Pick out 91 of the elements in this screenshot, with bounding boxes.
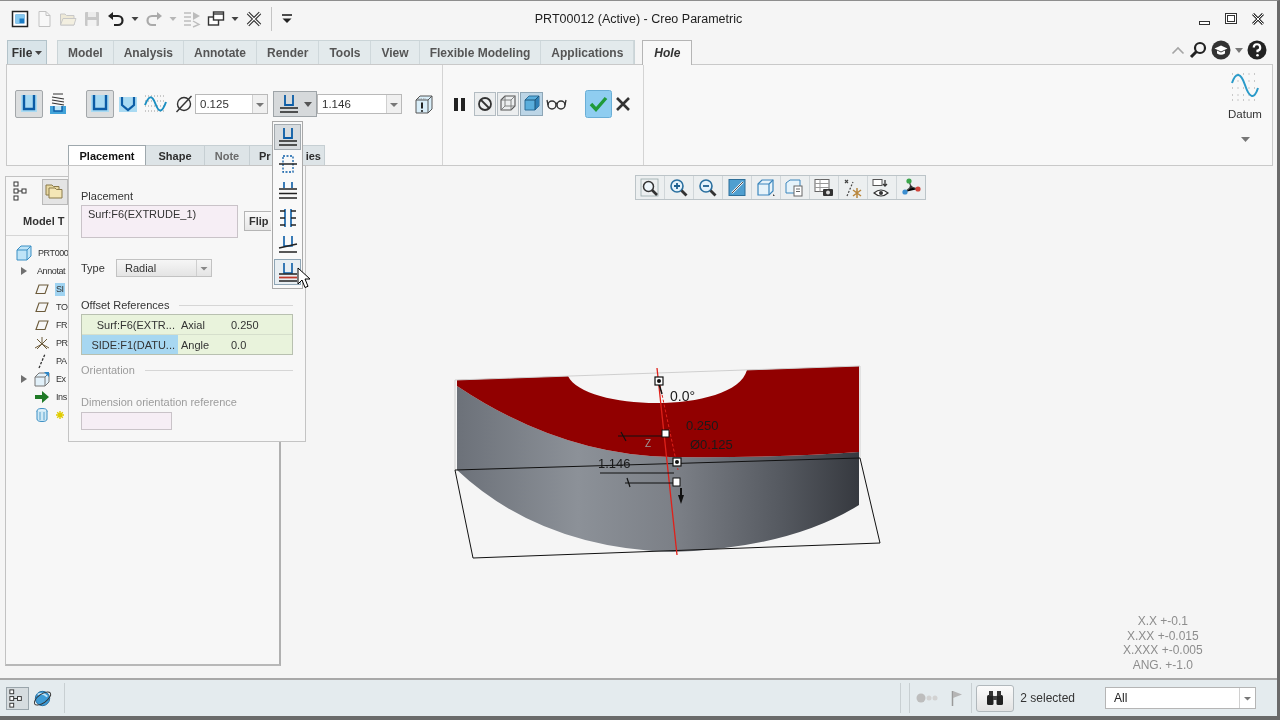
caret-icon[interactable] (1235, 47, 1243, 53)
expand-arrow-icon[interactable] (21, 267, 27, 275)
binoculars-icon (986, 690, 1005, 706)
window-title: PRT00012 (Active) - Creo Parametric (534, 11, 743, 26)
diameter-icon (174, 94, 194, 114)
plane-icon (34, 299, 50, 315)
model-tree-icon[interactable] (6, 686, 29, 710)
help-icon[interactable] (1247, 40, 1267, 60)
field-label: Type (81, 261, 106, 275)
tree-item[interactable]: Ins (55, 390, 68, 404)
diameter-field[interactable]: 0.125 (195, 94, 268, 114)
type-dropdown[interactable]: Radial (116, 259, 212, 277)
undo-icon[interactable] (107, 9, 125, 28)
windows-icon[interactable] (207, 9, 225, 28)
dimension-text: 0.250 (686, 418, 719, 433)
expand-arrow-icon[interactable] (21, 375, 27, 383)
panel-tab[interactable]: Shape (146, 145, 205, 165)
direction-arrow (678, 487, 684, 504)
coordinate-axes-icon (34, 335, 50, 351)
dimension-line (624, 477, 675, 488)
u-profile-icon[interactable] (15, 90, 43, 118)
close-icon[interactable] (1252, 12, 1264, 25)
panel-tab[interactable]: Placement (68, 145, 146, 165)
orientation-reference-field[interactable] (81, 412, 172, 430)
depth-menu-item[interactable] (274, 124, 301, 150)
flip-button[interactable]: Flip (244, 211, 271, 231)
dimension-text: 0.0° (670, 388, 696, 404)
asterisk-icon (56, 411, 64, 419)
table-cell[interactable]: Axial (178, 315, 228, 334)
tree-item[interactable]: Annotat (36, 264, 67, 278)
arrow-icon (34, 389, 50, 405)
value-cell[interactable]: 0.250 (228, 315, 286, 334)
search-icon[interactable] (1189, 41, 1207, 59)
selection-filter-dropdown[interactable]: All (1105, 687, 1256, 709)
tree-item[interactable]: PR (55, 336, 69, 350)
hole-above-lines-icon (277, 92, 301, 116)
drag-handle[interactable] (672, 477, 681, 487)
maximize-icon[interactable] (1225, 13, 1237, 24)
minimize-icon[interactable] (1199, 20, 1210, 25)
shaded-cube-icon[interactable] (520, 90, 543, 118)
caret-icon (35, 50, 43, 55)
ribbon-tab[interactable]: Hole (642, 40, 693, 65)
app-logo-icon[interactable] (11, 9, 29, 28)
cancel-x-icon[interactable] (615, 96, 631, 112)
tree-item[interactable]: FR (55, 318, 69, 332)
reference-cell[interactable]: Surf:F6(EXTR... (82, 315, 178, 334)
section-heading: Offset References (81, 299, 170, 312)
extrude-cube-icon (34, 371, 50, 387)
value-cell[interactable]: 0.0 (228, 335, 286, 354)
drag-handle[interactable] (672, 457, 682, 467)
depth-option-button[interactable] (273, 91, 317, 117)
close-window-icon[interactable] (245, 9, 263, 28)
info-cube-icon[interactable] (412, 92, 436, 116)
tolerance-text: ANG. +-1.0 (1132, 657, 1194, 672)
graduation-cap-icon[interactable] (1211, 40, 1231, 60)
table-cell[interactable]: Angle (178, 335, 228, 354)
tolerance-text: X.XXX +-0.005 (1123, 643, 1203, 658)
field-label: Placement (81, 190, 133, 203)
field-label: Dimension orientation reference (81, 396, 237, 409)
dimension-text: Z (645, 438, 652, 449)
drag-handle[interactable] (654, 376, 664, 386)
flat-bottom-icon[interactable] (86, 90, 114, 118)
tree-item[interactable]: PRT000 (37, 246, 70, 260)
sine-curve-icon[interactable] (1230, 72, 1260, 102)
caret-icon (304, 101, 312, 107)
cube-icon (16, 245, 32, 261)
panel-heading[interactable]: Model T (23, 215, 65, 227)
find-button[interactable] (976, 684, 1015, 712)
prohibited-icon[interactable] (474, 90, 496, 118)
depth-menu-item[interactable] (274, 259, 301, 285)
tolerance-text: X.X +-0.1 (1137, 614, 1189, 629)
group-label: Datum (1228, 108, 1262, 120)
tree-item[interactable]: SI (55, 282, 65, 296)
folders-icon[interactable] (43, 180, 67, 204)
section-heading: Orientation (81, 364, 135, 377)
plane-icon (34, 317, 50, 333)
plane-icon (34, 281, 50, 297)
placement-reference-field[interactable]: Surf:F6(EXTRUDE_1) (81, 205, 238, 238)
reference-cell[interactable]: SIDE:F1(DATU... (82, 335, 178, 354)
tree-item[interactable]: Ex (55, 372, 67, 386)
drag-handle[interactable] (661, 429, 670, 438)
selection-count: 2 selected (1020, 691, 1075, 705)
checkmark-icon[interactable] (585, 90, 612, 118)
caret-icon[interactable] (1240, 137, 1250, 142)
tree-item[interactable]: TO (55, 300, 69, 314)
tolerance-text: X.XX +-0.015 (1127, 628, 1199, 643)
depth-field[interactable]: 1.146 (317, 94, 402, 114)
tree-item[interactable]: PA (55, 354, 68, 368)
dimension-text: Ø0.125 (690, 437, 733, 452)
progress-dots-icon (916, 693, 939, 703)
file-menu-button[interactable]: File (7, 40, 47, 64)
